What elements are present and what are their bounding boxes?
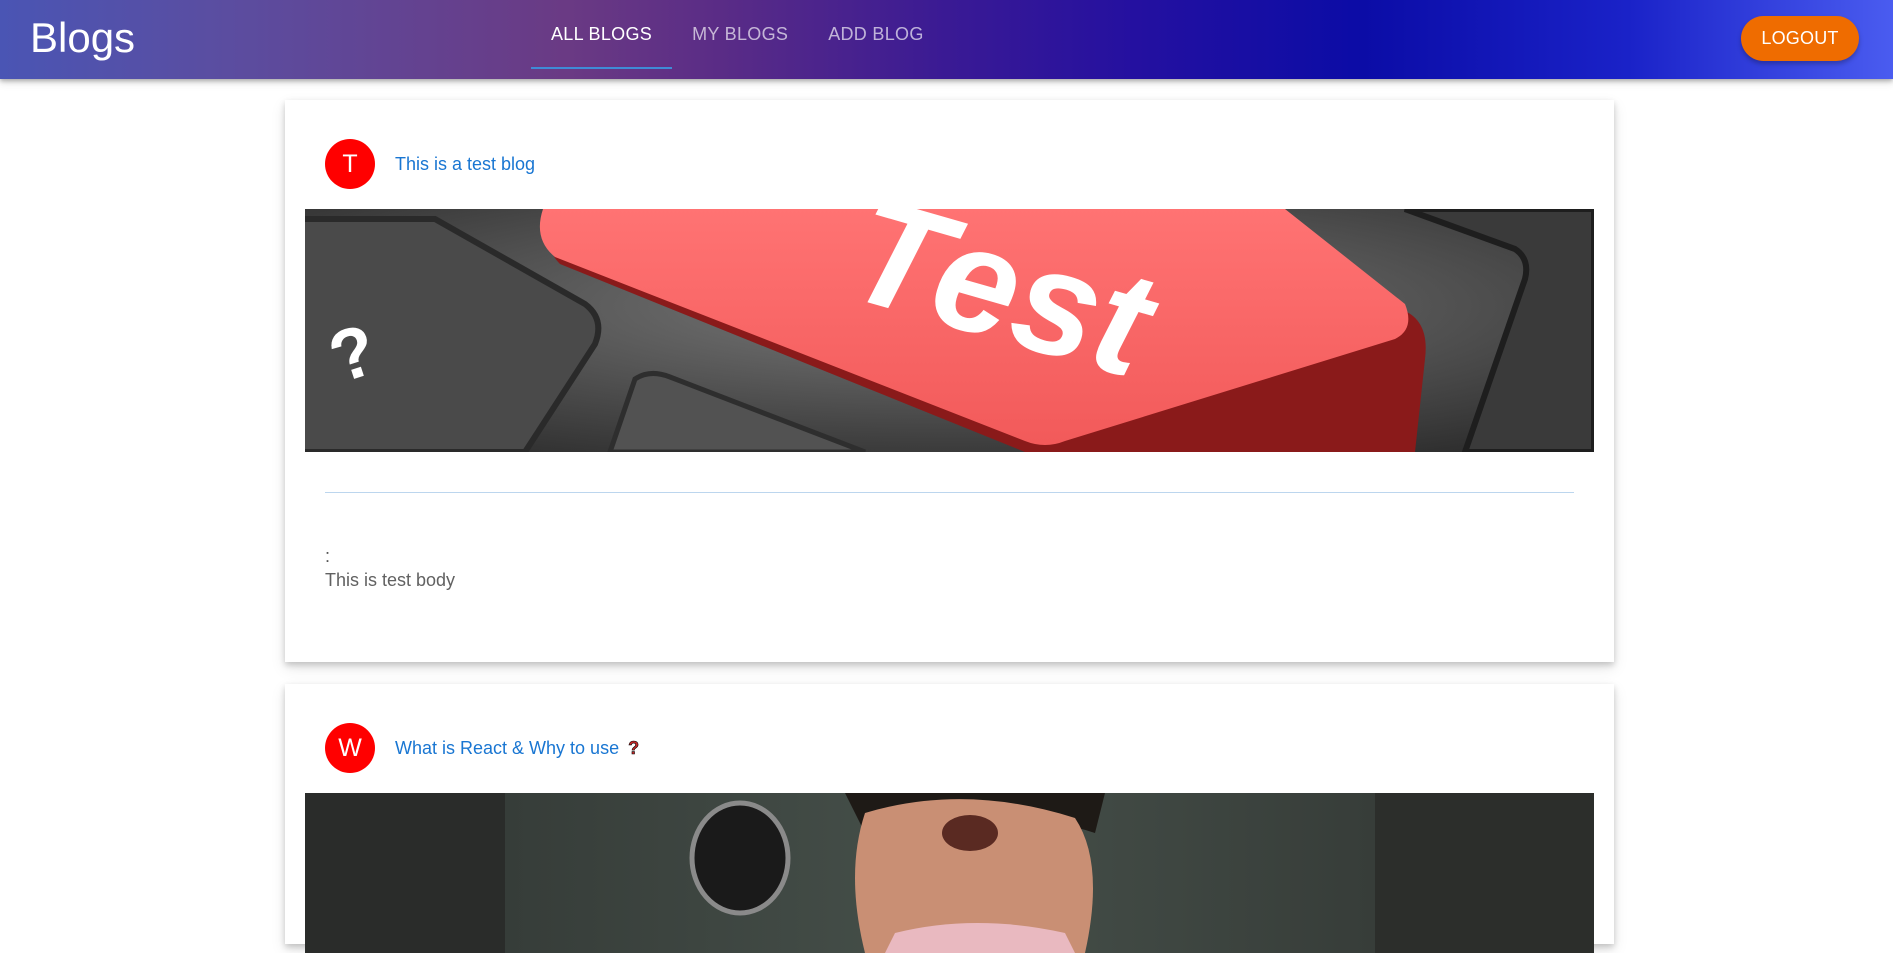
divider [325, 492, 1574, 493]
keyboard-test-key-image: Test ? [305, 209, 1594, 452]
blog-image [305, 793, 1594, 953]
tab-all-blogs[interactable]: All Blogs [531, 0, 673, 69]
nav-tabs: All Blogs My Blogs Add Blog [531, 0, 944, 79]
brand-title: Blogs [30, 14, 136, 61]
blog-title-text: What is React & Why to use [395, 737, 620, 758]
separator-text: : [325, 546, 331, 566]
blog-image: Test ? [305, 209, 1594, 452]
tab-add-blog[interactable]: Add Blog [808, 0, 943, 69]
blog-card: T This is a test blog Test ?: This is t… [285, 100, 1614, 662]
card-header: T This is a test blog [325, 139, 535, 189]
avatar: T [325, 139, 375, 189]
person-photo-image [305, 793, 1594, 953]
card-header: W What is React & Why to use ? [325, 723, 639, 773]
logout-button[interactable]: Logout [1741, 16, 1859, 61]
blog-body: This is test body [325, 570, 456, 590]
blog-card: W What is React & Why to use ? [285, 684, 1614, 953]
tab-my-blogs[interactable]: My Blogs [672, 0, 808, 69]
app-bar: Blogs All Blogs My Blogs Add Blog Logout [0, 0, 1893, 79]
question-mark-icon: ? [628, 737, 640, 758]
avatar: W [325, 723, 375, 773]
blog-title: What is React & Why to use ? [395, 737, 640, 759]
blog-title: This is a test blog [395, 153, 536, 174]
